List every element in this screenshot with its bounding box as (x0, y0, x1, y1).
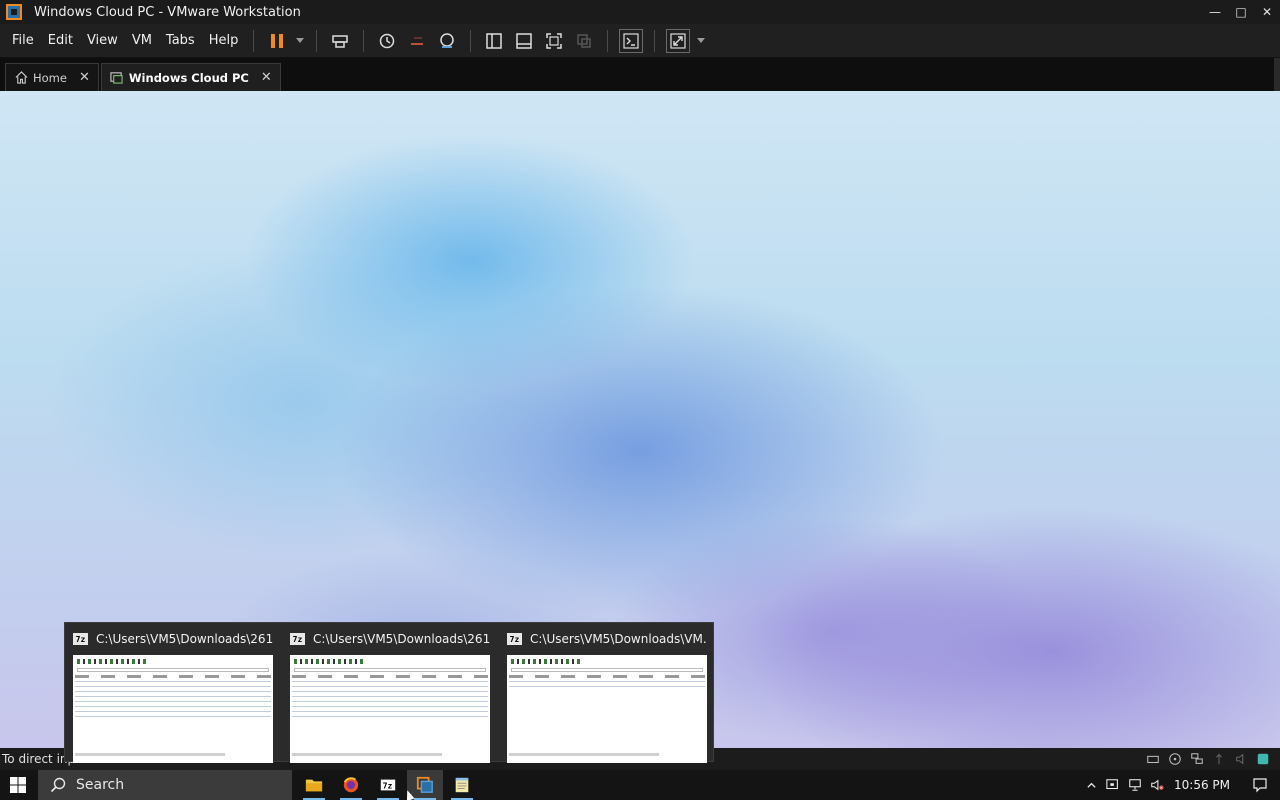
toolbar-separator (607, 29, 609, 52)
send-ctrl-alt-del-icon[interactable] (328, 29, 352, 53)
device-icons (1140, 750, 1272, 768)
thumbnail-toolbar (511, 659, 581, 664)
search-label: Search (76, 777, 125, 793)
title-bar: Windows Cloud PC - VMware Workstation — … (0, 0, 1280, 24)
menu-toolbar: File Edit View VM Tabs Help (0, 24, 1280, 58)
thumbnail-scrollbar (292, 753, 442, 756)
preview-item[interactable]: 7z C:\Users\VM5\Downloads\2610... (282, 623, 494, 763)
7zip-icon: 7z (507, 633, 522, 645)
thumbnail-scrollbar (509, 753, 659, 756)
thumbnail-header (292, 675, 488, 678)
unity-icon[interactable] (572, 29, 596, 53)
pause-dropdown-icon[interactable] (296, 38, 305, 43)
menu-help[interactable]: Help (202, 33, 246, 48)
menu-vm[interactable]: VM (125, 33, 159, 48)
toolbar-separator (316, 29, 318, 52)
search-icon (50, 777, 66, 793)
usb-icon[interactable] (1210, 750, 1228, 768)
window-controls: — □ ✕ (1202, 0, 1280, 24)
vmware-logo-icon (6, 4, 22, 20)
notepad-icon[interactable] (444, 770, 480, 800)
sound-card-icon[interactable] (1232, 750, 1250, 768)
vmware-tools-icon[interactable] (1102, 770, 1124, 800)
preview-thumbnail[interactable] (73, 655, 273, 763)
tab-windows-cloud-pc-label: Windows Cloud PC (128, 70, 249, 85)
thumbnail-rows (292, 681, 488, 721)
search-box[interactable]: Search (38, 770, 292, 800)
tab-bar: Home ✕ Windows Cloud PC ✕ (0, 58, 1280, 91)
toolbar-separator (363, 29, 365, 52)
preview-title: C:\Users\VM5\Downloads\2610... (96, 632, 273, 646)
window-title: Windows Cloud PC - VMware Workstation (34, 4, 301, 20)
pause-icon[interactable] (265, 29, 289, 53)
thumbnail-address-bar (511, 668, 703, 672)
preview-thumbnail[interactable] (290, 655, 490, 763)
thumbnail-address-bar (77, 668, 269, 672)
thumbnail-rows (75, 681, 271, 721)
vm-icon (110, 71, 124, 85)
menu-file[interactable]: File (5, 33, 41, 48)
maximize-button[interactable]: □ (1228, 0, 1254, 24)
thumbnail-address-bar (294, 668, 486, 672)
close-button[interactable]: ✕ (1254, 0, 1280, 24)
tab-windows-cloud-pc-close-icon[interactable]: ✕ (261, 70, 272, 85)
autofit-icon[interactable] (666, 28, 691, 53)
preview-header: 7z C:\Users\VM5\Downloads\2610... (290, 631, 490, 647)
preview-item[interactable]: 7z C:\Users\VM5\Downloads\2610... (65, 623, 277, 763)
toolbar-separator (470, 29, 472, 52)
7zip-icon[interactable]: 7z (370, 770, 406, 800)
thumbnail-rows (509, 681, 705, 687)
menu-tabs[interactable]: Tabs (159, 33, 202, 48)
preview-thumbnail[interactable] (507, 655, 707, 763)
7zip-icon: 7z (73, 633, 88, 645)
menu-view[interactable]: View (80, 33, 125, 48)
tab-windows-cloud-pc[interactable]: Windows Cloud PC ✕ (100, 63, 281, 91)
network-icon[interactable] (1124, 770, 1146, 800)
message-log-icon[interactable] (1254, 750, 1272, 768)
7zip-icon: 7z (290, 633, 305, 645)
full-screen-icon[interactable] (542, 29, 566, 53)
svg-text:7z: 7z (383, 781, 393, 791)
snapshot-manager-icon[interactable] (435, 29, 459, 53)
thumbnail-toolbar (77, 659, 147, 664)
windows-logo-icon (10, 777, 26, 793)
preview-title: C:\Users\VM5\Downloads\2610... (313, 632, 490, 646)
system-tray: 10:56 PM (1080, 770, 1280, 800)
tab-scroll (1274, 58, 1280, 91)
console-icon[interactable] (619, 28, 644, 53)
cd-dvd-icon[interactable] (1166, 750, 1184, 768)
thumbnail-header (509, 675, 705, 678)
preview-title: C:\Users\VM5\Downloads\VM... (530, 632, 707, 646)
firefox-icon[interactable] (333, 770, 369, 800)
toolbar-separator (654, 29, 656, 52)
file-explorer-icon[interactable] (296, 770, 332, 800)
notification-icon[interactable] (1240, 770, 1280, 800)
thumbnail-toolbar (294, 659, 364, 664)
clock[interactable]: 10:56 PM (1168, 778, 1240, 792)
toolbar-separator (253, 29, 255, 52)
preview-header: 7z C:\Users\VM5\Downloads\2610... (73, 631, 273, 647)
tab-home-close-icon[interactable]: ✕ (79, 70, 90, 85)
home-icon (14, 71, 28, 85)
volume-muted-icon[interactable] (1146, 770, 1168, 800)
chevron-up-icon[interactable] (1080, 770, 1102, 800)
revert-snapshot-icon[interactable] (405, 29, 429, 53)
preview-header: 7z C:\Users\VM5\Downloads\VM... (507, 631, 707, 647)
preview-item[interactable]: 7z C:\Users\VM5\Downloads\VM... (499, 623, 711, 763)
taskbar-preview: 7z C:\Users\VM5\Downloads\2610... 7z C:\… (64, 622, 714, 763)
start-button[interactable] (0, 770, 36, 800)
tab-home-label: Home (33, 70, 67, 85)
library-icon[interactable] (482, 29, 506, 53)
menu-edit[interactable]: Edit (41, 33, 80, 48)
snapshot-icon[interactable] (375, 29, 399, 53)
tab-home[interactable]: Home ✕ (5, 63, 99, 91)
minimize-button[interactable]: — (1202, 0, 1228, 24)
autofit-dropdown-icon[interactable] (697, 38, 706, 43)
thumbnail-bar-icon[interactable] (512, 29, 536, 53)
hard-disk-icon[interactable] (1144, 750, 1162, 768)
thumbnail-scrollbar (75, 753, 225, 756)
windows-taskbar: Search 7z 10:56 PM (0, 770, 1280, 800)
thumbnail-header (75, 675, 271, 678)
network-adapter-icon[interactable] (1188, 750, 1206, 768)
